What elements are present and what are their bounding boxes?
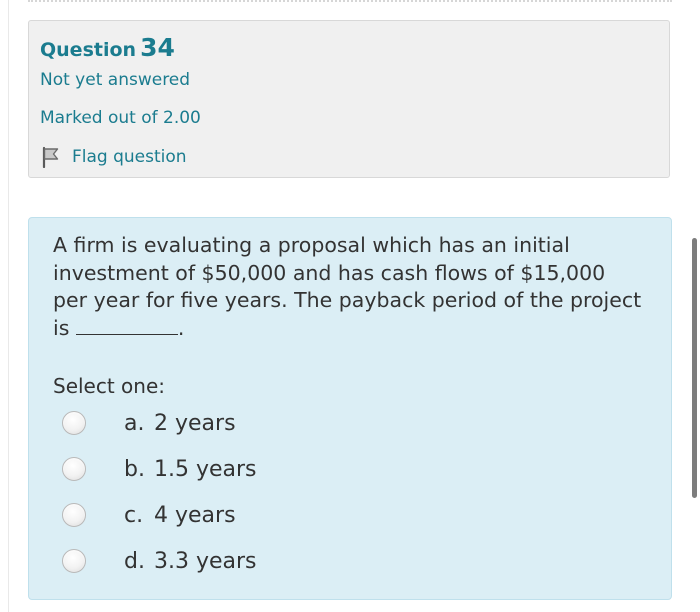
answer-state: Not yet answered: [40, 70, 191, 90]
option-letter: c.: [124, 502, 144, 528]
option-text: 2 years: [154, 410, 236, 436]
option-text: 3.3 years: [154, 548, 257, 574]
question-number: 34: [140, 33, 175, 62]
radio-button-d[interactable]: [62, 549, 86, 573]
answer-option-c[interactable]: c. 4 years: [62, 498, 462, 532]
question-text-end: .: [177, 315, 185, 340]
top-divider: [28, 0, 672, 2]
question-info-panel: Question 34 Not yet answered Marked out o…: [28, 20, 670, 178]
answer-option-b[interactable]: b. 1.5 years: [62, 452, 462, 486]
vertical-scrollbar[interactable]: [692, 238, 697, 498]
radio-button-b[interactable]: [62, 457, 86, 481]
option-text: 4 years: [154, 502, 236, 528]
option-letter: b.: [124, 456, 145, 482]
answer-option-d[interactable]: d. 3.3 years: [62, 544, 462, 578]
flag-icon: [40, 146, 62, 169]
question-content-panel: A firm is evaluating a proposal which ha…: [28, 217, 672, 600]
marks-info: Marked out of 2.00: [40, 108, 201, 128]
flag-question-label: Flag question: [72, 147, 187, 167]
question-number-heading: Question 34: [40, 33, 175, 62]
answer-blank: [75, 333, 178, 335]
question-text: A firm is evaluating a proposal which ha…: [53, 232, 643, 342]
left-border-line: [8, 0, 9, 612]
option-text: 1.5 years: [154, 456, 257, 482]
question-text-body: A firm is evaluating a proposal which ha…: [53, 233, 642, 340]
quiz-page: Question 34 Not yet answered Marked out o…: [0, 0, 700, 612]
radio-button-c[interactable]: [62, 503, 86, 527]
flag-question-link[interactable]: Flag question: [40, 144, 187, 170]
question-label: Question: [40, 39, 137, 61]
answer-option-a[interactable]: a. 2 years: [62, 406, 462, 440]
radio-button-a[interactable]: [62, 411, 86, 435]
option-letter: d.: [124, 548, 145, 574]
select-one-prompt: Select one:: [53, 374, 166, 398]
option-letter: a.: [124, 410, 145, 436]
